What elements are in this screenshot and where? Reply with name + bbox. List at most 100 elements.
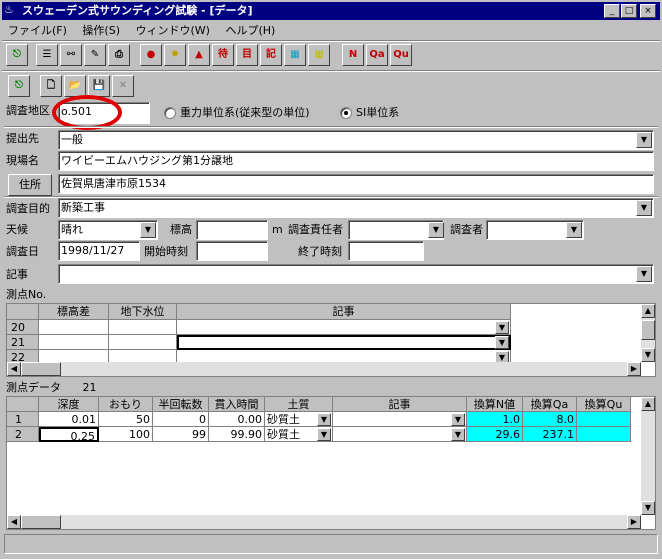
data-header-turns: 半回転数 [153,397,209,412]
save-icon[interactable]: 💾 [88,75,110,97]
elevation-input[interactable] [196,220,268,240]
data-hscroll[interactable] [7,515,641,529]
data-cell-weight[interactable]: 50 [99,412,153,427]
points-row-20[interactable]: 20 [7,320,39,335]
notes-row-dropdown-icon[interactable]: ▼ [451,413,465,426]
n-value-button[interactable]: N [342,44,364,66]
notes-dropdown-icon[interactable]: ▼ [636,266,652,282]
weather-dropdown-icon[interactable]: ▼ [140,222,156,238]
start-time-input[interactable] [196,241,268,261]
data-cell-time[interactable]: 0.00 [209,412,265,427]
notes-select[interactable] [58,264,654,284]
notes-row-dropdown-icon[interactable]: ▼ [451,428,465,441]
si-unit-label: SI単位系 [356,106,400,119]
points-hscroll[interactable] [7,362,641,376]
data-cell-turns[interactable]: 99 [153,427,209,442]
menu-window[interactable]: ウィンドウ(W) [130,21,216,40]
eye-icon[interactable]: 目 [236,44,258,66]
data-scroll-right-icon[interactable]: ▶ [627,515,641,529]
end-time-input[interactable] [348,241,424,261]
window-title: スウェーデン式サウンディング試験 - [データ] [22,4,253,17]
exit-icon[interactable]: ⎋ [6,44,28,66]
data-vscroll[interactable] [641,397,655,515]
points-cell[interactable] [39,320,109,335]
points-scroll-up-icon[interactable]: ▲ [641,304,655,318]
notes-label: 記事 [6,268,28,281]
preview-icon[interactable]: ⎙ [108,44,130,66]
points-cell[interactable] [177,320,511,335]
points-cell[interactable] [109,335,177,350]
purpose-select[interactable]: 新築工事 [58,198,654,218]
submit-select[interactable]: 一般 [58,130,654,150]
data-cell-depth-selected[interactable]: 0.25 [39,427,99,442]
apple-icon[interactable]: ● [140,44,162,66]
qa-button[interactable]: Qa [366,44,388,66]
points-corner [7,304,39,320]
data-cell-qa: 8.0 [523,412,577,427]
site-input[interactable]: ワイビーエムハウジング第1分譲地 [58,151,654,171]
points-scroll-down-icon[interactable]: ▼ [641,348,655,362]
grid-yellow-icon[interactable]: ▦ [308,44,330,66]
radio-gravity-unit[interactable] [164,107,176,119]
soil-dropdown-icon[interactable]: ▼ [317,428,331,441]
data-cell-notes[interactable] [333,412,467,427]
data-header-n: 換算N値 [467,397,523,412]
minimize-button[interactable]: _ [604,4,620,18]
data-cell-depth[interactable]: 0.01 [39,412,99,427]
points-cell-selected[interactable] [177,335,511,350]
list-icon[interactable]: ☰ [36,44,58,66]
binoculars-icon[interactable]: ⚯ [60,44,82,66]
points-grid: 標高差 地下水位 記事 20 ▼ 21 ▼ 22 ▼ ▲ ▼ ◀ ▶ [6,303,656,377]
delete-icon[interactable]: ✕ [112,75,134,97]
points-scroll-thumb[interactable] [641,320,655,340]
menu-file[interactable]: ファイル(F) [2,21,73,40]
menu-operation[interactable]: 操作(S) [76,21,126,40]
gear-icon[interactable]: ✹ [164,44,186,66]
manager-dropdown-icon[interactable]: ▼ [428,222,444,238]
data-cell-turns[interactable]: 0 [153,412,209,427]
points-header-elev-diff: 標高差 [39,304,109,320]
status-bar [4,534,658,554]
exit-icon-2[interactable]: ⎋ [8,75,30,97]
note-icon[interactable]: 記 [260,44,282,66]
points-scroll-right-icon[interactable]: ▶ [627,362,641,376]
data-cell-n: 1.0 [467,412,523,427]
close-button[interactable]: × [640,4,656,18]
mound-icon[interactable]: ▲ [188,44,210,66]
grid-cyan-icon[interactable]: ▦ [284,44,306,66]
data-scroll-up-icon[interactable]: ▲ [641,397,655,411]
points-cell[interactable] [39,335,109,350]
wait-icon[interactable]: 待 [212,44,234,66]
points-dropdown-icon[interactable]: ▼ [495,321,509,334]
open-folder-icon[interactable]: 📂 [64,75,86,97]
address-input[interactable]: 佐賀県唐津市原1534 [58,174,654,194]
maximize-button[interactable]: □ [621,4,637,18]
purpose-label: 調査目的 [6,202,50,215]
submit-dropdown-icon[interactable]: ▼ [636,132,652,148]
data-scroll-left-icon[interactable]: ◀ [7,515,21,529]
data-hscroll-thumb[interactable] [21,515,61,529]
address-button[interactable]: 住所 [8,174,52,196]
data-cell-notes[interactable] [333,427,467,442]
date-input[interactable]: 1998/11/27 [58,241,140,261]
surveyor-dropdown-icon[interactable]: ▼ [566,222,582,238]
data-row-number[interactable]: 1 [7,412,39,427]
points-cell[interactable] [109,320,177,335]
new-file-icon[interactable]: 🗋 [40,75,62,97]
radio-si-unit[interactable] [340,107,352,119]
gravity-unit-label: 重力単位系(従来型の単位) [180,106,310,119]
points-dropdown-icon[interactable]: ▼ [495,336,509,349]
pen-icon[interactable]: ✎ [84,44,106,66]
soil-dropdown-icon[interactable]: ▼ [317,413,331,426]
menu-help[interactable]: ヘルプ(H) [219,21,281,40]
data-row-number[interactable]: 2 [7,427,39,442]
points-hscroll-thumb[interactable] [21,362,61,376]
points-row-21[interactable]: 21 [7,335,39,350]
qu-button[interactable]: Qu [390,44,412,66]
data-cell-time[interactable]: 99.90 [209,427,265,442]
points-scroll-left-icon[interactable]: ◀ [7,362,21,376]
menu-bar: ファイル(F) 操作(S) ウィンドウ(W) ヘルプ(H) [2,21,660,40]
data-cell-weight[interactable]: 100 [99,427,153,442]
data-scroll-down-icon[interactable]: ▼ [641,501,655,515]
purpose-dropdown-icon[interactable]: ▼ [636,200,652,216]
